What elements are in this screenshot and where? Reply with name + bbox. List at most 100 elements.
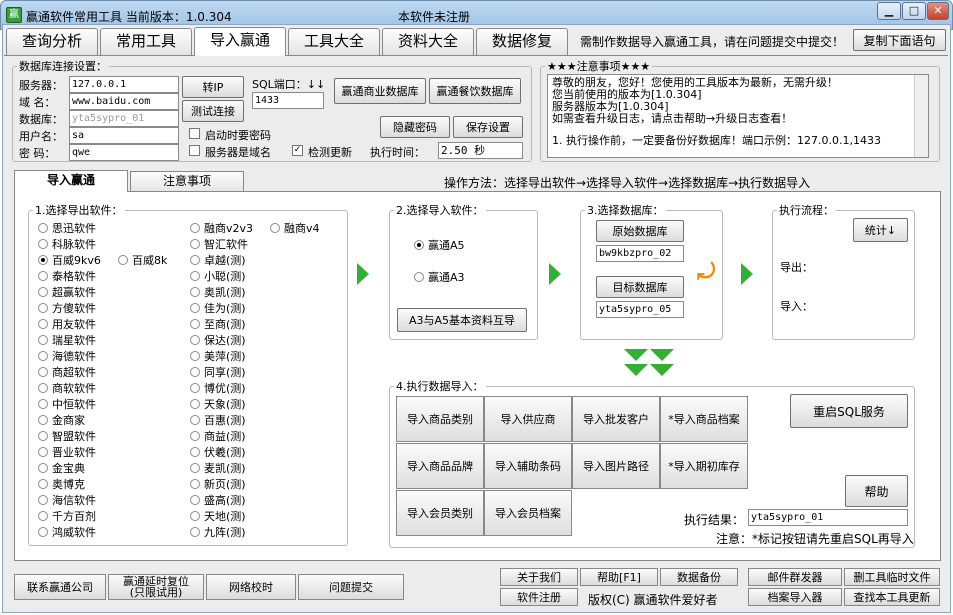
import-product-brand-button[interactable]: 导入商品品牌 [396,443,484,489]
radio-button[interactable] [38,527,48,537]
help-button[interactable]: 帮助 [845,475,908,507]
radio-button[interactable] [38,495,48,505]
export-software-option[interactable]: 融商v4 [270,220,320,236]
radio-button[interactable] [190,463,200,473]
mail-sender-button[interactable]: 邮件群发器 [748,568,842,586]
radio-button[interactable] [38,511,48,521]
radio-button[interactable] [190,255,200,265]
commerce-db-button[interactable]: 赢通商业数据库 [334,78,426,104]
export-software-option[interactable]: 美萍(测) [190,348,246,364]
export-software-option[interactable]: 超赢软件 [38,284,96,300]
radio-button[interactable] [38,335,48,345]
radio-button[interactable] [190,319,200,329]
radio-button[interactable] [38,271,48,281]
radio-a5[interactable]: 赢通A5 [414,237,465,253]
export-software-option[interactable]: 金宝典 [38,460,85,476]
import-opening-stock-button[interactable]: *导入期初库存 [660,443,748,489]
export-software-option[interactable]: 用友软件 [38,316,96,332]
source-db-button[interactable]: 原始数据库 [596,220,684,242]
tab-query-analysis[interactable]: 查询分析 [6,28,98,55]
export-software-option[interactable]: 方傻软件 [38,300,96,316]
radio-button[interactable] [190,351,200,361]
import-product-category-button[interactable]: 导入商品类别 [396,396,484,442]
tab-common-tools[interactable]: 常用工具 [100,28,192,55]
export-software-option[interactable]: 博优(测) [190,380,246,396]
password-input[interactable]: qwe [69,144,179,161]
delay-reset-button[interactable]: 赢通延时复位 (只限试用) [108,574,204,600]
export-software-option[interactable]: 至商(测) [190,316,246,332]
swap-icon[interactable]: ⤾ [697,262,717,286]
export-software-option[interactable]: 盛高(测) [190,492,246,508]
radio-button[interactable] [190,287,200,297]
export-software-option[interactable]: 天象(测) [190,396,246,412]
radio-button[interactable] [38,223,48,233]
radio-button[interactable] [190,511,200,521]
radio-button[interactable] [190,239,200,249]
a3-a5-sync-button[interactable]: A3与A5基本资料互导 [397,308,527,332]
check-update-button[interactable]: 查找本工具更新 [844,588,940,606]
radio-button[interactable] [38,479,48,489]
radio-button[interactable] [38,463,48,473]
export-software-option[interactable]: 小聪(测) [190,268,246,284]
radio-a5-dot[interactable] [414,240,424,250]
export-software-option[interactable]: 智盟软件 [38,428,96,444]
server-input[interactable]: 127.0.0.1 [69,76,179,93]
export-software-option[interactable]: 中恒软件 [38,396,96,412]
tab-data-collection[interactable]: 资料大全 [382,28,474,55]
radio-button[interactable] [190,383,200,393]
radio-a3-dot[interactable] [414,272,424,282]
submit-issue-button[interactable]: 问题提交 [298,574,404,600]
export-software-option[interactable]: 融商v2v3 [190,220,253,236]
import-supplier-button[interactable]: 导入供应商 [484,396,572,442]
export-software-option[interactable]: 商超软件 [38,364,96,380]
close-button[interactable]: ✕ [927,2,949,20]
require-password-checkbox[interactable] [189,128,200,139]
export-software-option[interactable]: 伏羲(测) [190,444,246,460]
minimize-button[interactable]: ▁ [877,2,901,20]
about-button[interactable]: 关于我们 [500,568,578,586]
maximize-button[interactable]: □ [902,2,926,20]
radio-button[interactable] [38,383,48,393]
export-software-option[interactable]: 智汇软件 [190,236,248,252]
catering-db-button[interactable]: 赢通餐饮数据库 [429,78,521,104]
radio-button[interactable] [38,351,48,361]
notices-scrollbar[interactable] [914,75,928,157]
export-software-option[interactable]: 佳为(测) [190,300,246,316]
radio-button[interactable] [190,399,200,409]
export-software-option[interactable]: 百惠(测) [190,412,246,428]
radio-button[interactable] [38,399,48,409]
import-product-archive-button[interactable]: *导入商品档案 [660,396,748,442]
server-is-domain-checkbox[interactable] [189,145,200,156]
export-software-option[interactable]: 金商家 [38,412,85,428]
export-software-option[interactable]: 科脉软件 [38,236,96,252]
radio-button[interactable] [118,255,128,265]
radio-button[interactable] [38,287,48,297]
check-update-checkbox[interactable]: ✓ [292,145,303,156]
save-settings-button[interactable]: 保存设置 [453,116,523,138]
radio-button[interactable] [38,319,48,329]
export-software-option[interactable]: 瑞星软件 [38,332,96,348]
network-time-button[interactable]: 网络校时 [206,574,296,600]
radio-button[interactable] [38,431,48,441]
export-software-option[interactable]: 鸿威软件 [38,524,96,540]
archive-importer-button[interactable]: 档案导入器 [748,588,842,606]
radio-button[interactable] [190,415,200,425]
tab-tools-collection[interactable]: 工具大全 [288,28,380,55]
export-software-option[interactable]: 千方百剂 [38,508,96,524]
radio-button[interactable] [38,447,48,457]
import-image-path-button[interactable]: 导入图片路径 [572,443,660,489]
export-software-option[interactable]: 奥凯(测) [190,284,246,300]
sql-port-input[interactable]: 1433 [252,92,324,109]
radio-a3[interactable]: 赢通A3 [414,269,465,285]
delete-temp-files-button[interactable]: 删工具临时文件 [844,568,940,586]
export-software-option[interactable]: 天地(测) [190,508,246,524]
domain-input[interactable]: www.baidu.com [69,93,179,110]
export-software-option[interactable]: 保达(测) [190,332,246,348]
radio-button[interactable] [38,239,48,249]
export-software-option[interactable]: 卓越(测) [190,252,246,268]
convert-ip-button[interactable]: 转IP [182,76,244,98]
export-software-option[interactable]: 同享(测) [190,364,246,380]
radio-button[interactable] [38,303,48,313]
tab-data-repair[interactable]: 数据修复 [476,28,568,55]
radio-button[interactable] [190,303,200,313]
